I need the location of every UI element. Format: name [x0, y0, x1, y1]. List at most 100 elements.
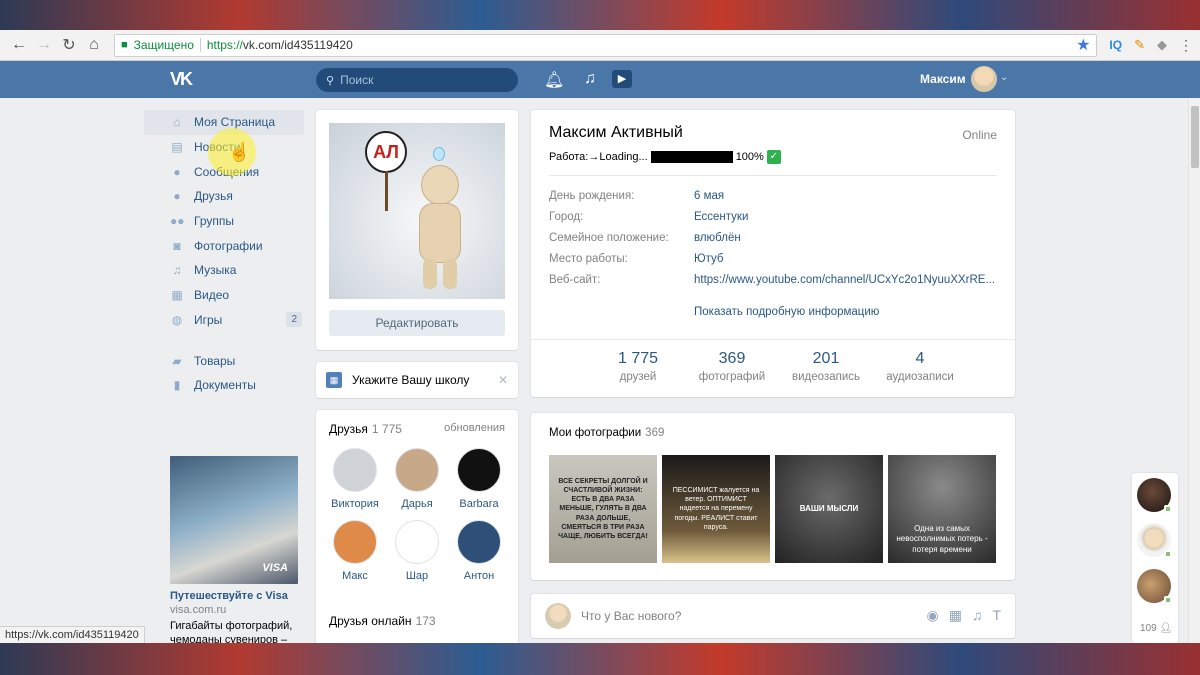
- profile-row-value[interactable]: 6 мая: [694, 190, 997, 211]
- friend-item[interactable]: Макс: [324, 520, 386, 582]
- pen-extension-icon[interactable]: ✎: [1134, 37, 1145, 53]
- sidebar-item[interactable]: ▰ Товары: [144, 348, 304, 373]
- photos-title[interactable]: Мои фотографии 369: [549, 427, 664, 439]
- text-format-icon[interactable]: T: [992, 607, 1001, 624]
- back-icon[interactable]: ←: [8, 34, 30, 56]
- sidebar-item[interactable]: ▦ Видео: [144, 283, 304, 308]
- bookmark-star-icon[interactable]: ★: [1076, 35, 1090, 55]
- edit-profile-button[interactable]: Редактировать: [329, 310, 505, 336]
- online-indicator: [1164, 550, 1172, 558]
- play-icon[interactable]: ▶: [612, 70, 632, 88]
- sidebar-item-label: Игры: [194, 312, 223, 327]
- sidebar-ad[interactable]: VISA Путешествуйте с Visa visa.com.ru Ги…: [170, 456, 300, 643]
- forward-icon[interactable]: →: [33, 34, 55, 56]
- friend-avatar[interactable]: [395, 448, 439, 492]
- sidebar-item[interactable]: ◍ Игры 2: [144, 308, 304, 333]
- friend-avatar[interactable]: [395, 520, 439, 564]
- sidebar-item[interactable]: ● Друзья: [144, 184, 304, 209]
- desktop-background-bottom: [0, 643, 1200, 675]
- photo-thumbnail[interactable]: ВАШИ МЫСЛИ: [775, 455, 883, 563]
- school-prompt-text[interactable]: Укажите Вашу школу: [352, 373, 469, 387]
- profile-counter[interactable]: 369 фотографий: [685, 350, 779, 383]
- photo-thumbnail[interactable]: Одна из самых невосполнимых потерь - пот…: [888, 455, 996, 563]
- notifications-bell-icon[interactable]: 🔔︎: [544, 70, 564, 90]
- address-bar[interactable]: ■ Защищено https://vk.com/id435119420 ★: [114, 33, 1098, 57]
- messages-icon: ●: [173, 164, 181, 179]
- friend-item[interactable]: Виктория: [324, 448, 386, 510]
- iq-extension-icon[interactable]: IQ: [1109, 38, 1122, 52]
- profile-counter[interactable]: 1 775 друзей: [591, 350, 685, 383]
- search-icon: ⚲: [326, 74, 335, 87]
- friend-name[interactable]: Виктория: [331, 498, 379, 510]
- camera-icon[interactable]: ◉: [926, 607, 938, 624]
- url-text: vk.com/id435119420: [242, 38, 353, 52]
- sidebar-item[interactable]: ▮ Документы: [144, 373, 304, 398]
- profile-counter[interactable]: 201 видеозапись: [779, 350, 873, 383]
- avatar-sign-stick: [385, 171, 388, 211]
- school-prompt-card[interactable]: ▦ Укажите Вашу школу ✕: [316, 362, 518, 398]
- sidebar-item[interactable]: ♫ Музыка: [144, 258, 304, 283]
- friend-avatar[interactable]: [333, 448, 377, 492]
- avatar-card: АЛ Редактировать: [316, 110, 518, 350]
- friends-updates-link[interactable]: обновления: [444, 422, 505, 434]
- vk-logo-icon[interactable]: VK: [170, 69, 200, 89]
- friend-item[interactable]: Шар: [386, 520, 448, 582]
- avatar-figure-leg: [423, 259, 437, 289]
- counter-label: фотографий: [698, 371, 766, 383]
- profile-counter[interactable]: 4 аудиозаписи: [873, 350, 967, 383]
- diamond-extension-icon[interactable]: ◆: [1157, 37, 1167, 53]
- search-input[interactable]: ⚲ Поиск: [316, 68, 518, 92]
- photo-thumbnail[interactable]: ПЕССИМИСТ жалуется на ветер. ОПТИМИСТ на…: [662, 455, 770, 563]
- home-browser-icon[interactable]: ⌂: [83, 34, 105, 56]
- profile-row-key: День рождения:: [549, 190, 635, 202]
- photos-count: 369: [645, 427, 665, 439]
- browser-menu-icon[interactable]: ⋮: [1179, 37, 1193, 54]
- music-attach-icon[interactable]: ♫: [972, 607, 983, 624]
- close-icon[interactable]: ✕: [498, 373, 508, 387]
- friend-name[interactable]: Макс: [342, 570, 368, 582]
- reload-icon[interactable]: ↻: [58, 34, 80, 56]
- friend-avatar[interactable]: [333, 520, 377, 564]
- ad-title[interactable]: Путешествуйте с Visa: [170, 590, 300, 602]
- scroll-thumb[interactable]: [1191, 106, 1199, 168]
- sidebar-item[interactable]: ◙ Фотографии: [144, 233, 304, 258]
- profile-status[interactable]: Работа:→Loading... 100% ✓: [549, 150, 781, 164]
- home-icon: ⌂: [173, 115, 181, 130]
- show-details-link[interactable]: Показать подробную информацию: [694, 306, 879, 318]
- profile-photo[interactable]: АЛ: [329, 123, 505, 299]
- sidebar-item-label: Группы: [194, 214, 234, 229]
- friend-item[interactable]: Barbara: [448, 448, 510, 510]
- friends-title-text: Друзья: [329, 422, 368, 436]
- friends-title[interactable]: Друзья 1 775: [329, 422, 402, 436]
- header-user-name[interactable]: Максим: [920, 72, 966, 86]
- friend-item[interactable]: Дарья: [386, 448, 448, 510]
- friend-name[interactable]: Barbara: [459, 498, 498, 510]
- games-icon: ◍: [171, 312, 183, 327]
- chevron-down-icon[interactable]: ⌄: [1000, 72, 1008, 83]
- friend-name[interactable]: Шар: [406, 570, 428, 582]
- new-post-input[interactable]: Что у Вас нового?: [581, 609, 681, 623]
- chat-online-count[interactable]: 109 👤︎: [1140, 623, 1172, 634]
- profile-row-value[interactable]: https://www.youtube.com/channel/UCxYc2o1…: [694, 274, 997, 295]
- status-prefix: Работа:→Loading...: [549, 151, 648, 163]
- page-scrollbar[interactable]: [1188, 98, 1200, 643]
- music-player-icon[interactable]: ♫: [584, 70, 596, 88]
- video-attach-icon[interactable]: ▦: [949, 607, 962, 624]
- friend-avatar[interactable]: [457, 520, 501, 564]
- friend-avatar[interactable]: [457, 448, 501, 492]
- profile-row-value[interactable]: влюблён: [694, 232, 997, 253]
- address-separator: [199, 38, 201, 52]
- friend-name[interactable]: Дарья: [401, 498, 432, 510]
- profile-row-value[interactable]: Ессентуки: [694, 211, 997, 232]
- header-avatar[interactable]: [971, 66, 997, 92]
- friend-item[interactable]: Антон: [448, 520, 510, 582]
- photo-thumbnail[interactable]: ВСЕ СЕКРЕТЫ ДОЛГОЙ И СЧАСТЛИВОЙ ЖИЗНИ: Е…: [549, 455, 657, 563]
- profile-row-value[interactable]: Ютуб: [694, 253, 997, 274]
- friends-online-title[interactable]: Друзья онлайн 173: [329, 614, 436, 628]
- friends-online-count: 173: [415, 614, 436, 628]
- sidebar-item[interactable]: ●● Группы: [144, 209, 304, 234]
- friend-name[interactable]: Антон: [464, 570, 495, 582]
- counter-number: 201: [812, 350, 840, 367]
- ad-image[interactable]: VISA: [170, 456, 298, 584]
